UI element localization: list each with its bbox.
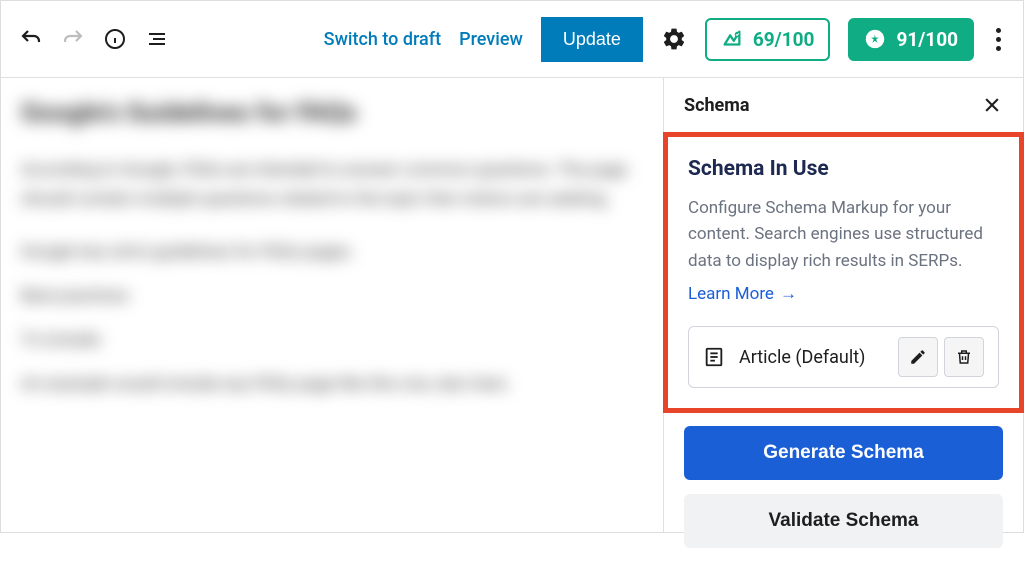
learn-more-label: Learn More <box>688 284 774 304</box>
toolbar-right: Switch to draft Preview Update 69/100 91… <box>324 17 1005 62</box>
preview-link[interactable]: Preview <box>459 29 523 50</box>
sidebar-title: Schema <box>684 95 750 116</box>
close-icon[interactable] <box>981 94 1003 116</box>
edit-schema-button[interactable] <box>898 337 938 377</box>
editor-toolbar: Switch to draft Preview Update 69/100 91… <box>1 1 1023 78</box>
info-icon[interactable] <box>103 27 127 51</box>
content-area: Google's Guidelines for FAQs According t… <box>1 78 663 532</box>
readability-score-pill[interactable]: 91/100 <box>848 18 974 61</box>
panel-title: Schema In Use <box>688 157 999 181</box>
article-icon <box>703 346 725 368</box>
sidebar-header: Schema <box>664 78 1023 133</box>
switch-to-draft-link[interactable]: Switch to draft <box>324 29 441 50</box>
panel-description: Configure Schema Markup for your content… <box>688 195 999 274</box>
arrow-right-icon: → <box>780 284 797 304</box>
more-options-icon[interactable] <box>992 24 1005 55</box>
validate-schema-button[interactable]: Validate Schema <box>684 494 1003 548</box>
delete-schema-button[interactable] <box>944 337 984 377</box>
toolbar-left <box>19 27 169 51</box>
schema-in-use-panel: Schema In Use Configure Schema Markup fo… <box>663 132 1024 413</box>
undo-icon[interactable] <box>19 27 43 51</box>
update-button[interactable]: Update <box>541 17 643 62</box>
seo-score-pill[interactable]: 69/100 <box>705 18 831 61</box>
redo-icon[interactable] <box>61 27 85 51</box>
schema-sidebar: Schema Schema In Use Configure Schema Ma… <box>663 78 1023 532</box>
schema-item-row: Article (Default) <box>688 326 999 388</box>
main-area: Google's Guidelines for FAQs According t… <box>1 78 1023 532</box>
learn-more-link[interactable]: Learn More → <box>688 284 797 304</box>
sidebar-buttons: Generate Schema Validate Schema <box>664 412 1023 562</box>
outline-icon[interactable] <box>145 27 169 51</box>
seo-score-value: 69/100 <box>753 28 815 51</box>
settings-icon[interactable] <box>661 26 687 52</box>
blurred-content: Google's Guidelines for FAQs According t… <box>21 98 643 394</box>
generate-schema-button[interactable]: Generate Schema <box>684 426 1003 480</box>
readability-score-value: 91/100 <box>896 28 958 51</box>
schema-item-label: Article (Default) <box>739 347 892 368</box>
